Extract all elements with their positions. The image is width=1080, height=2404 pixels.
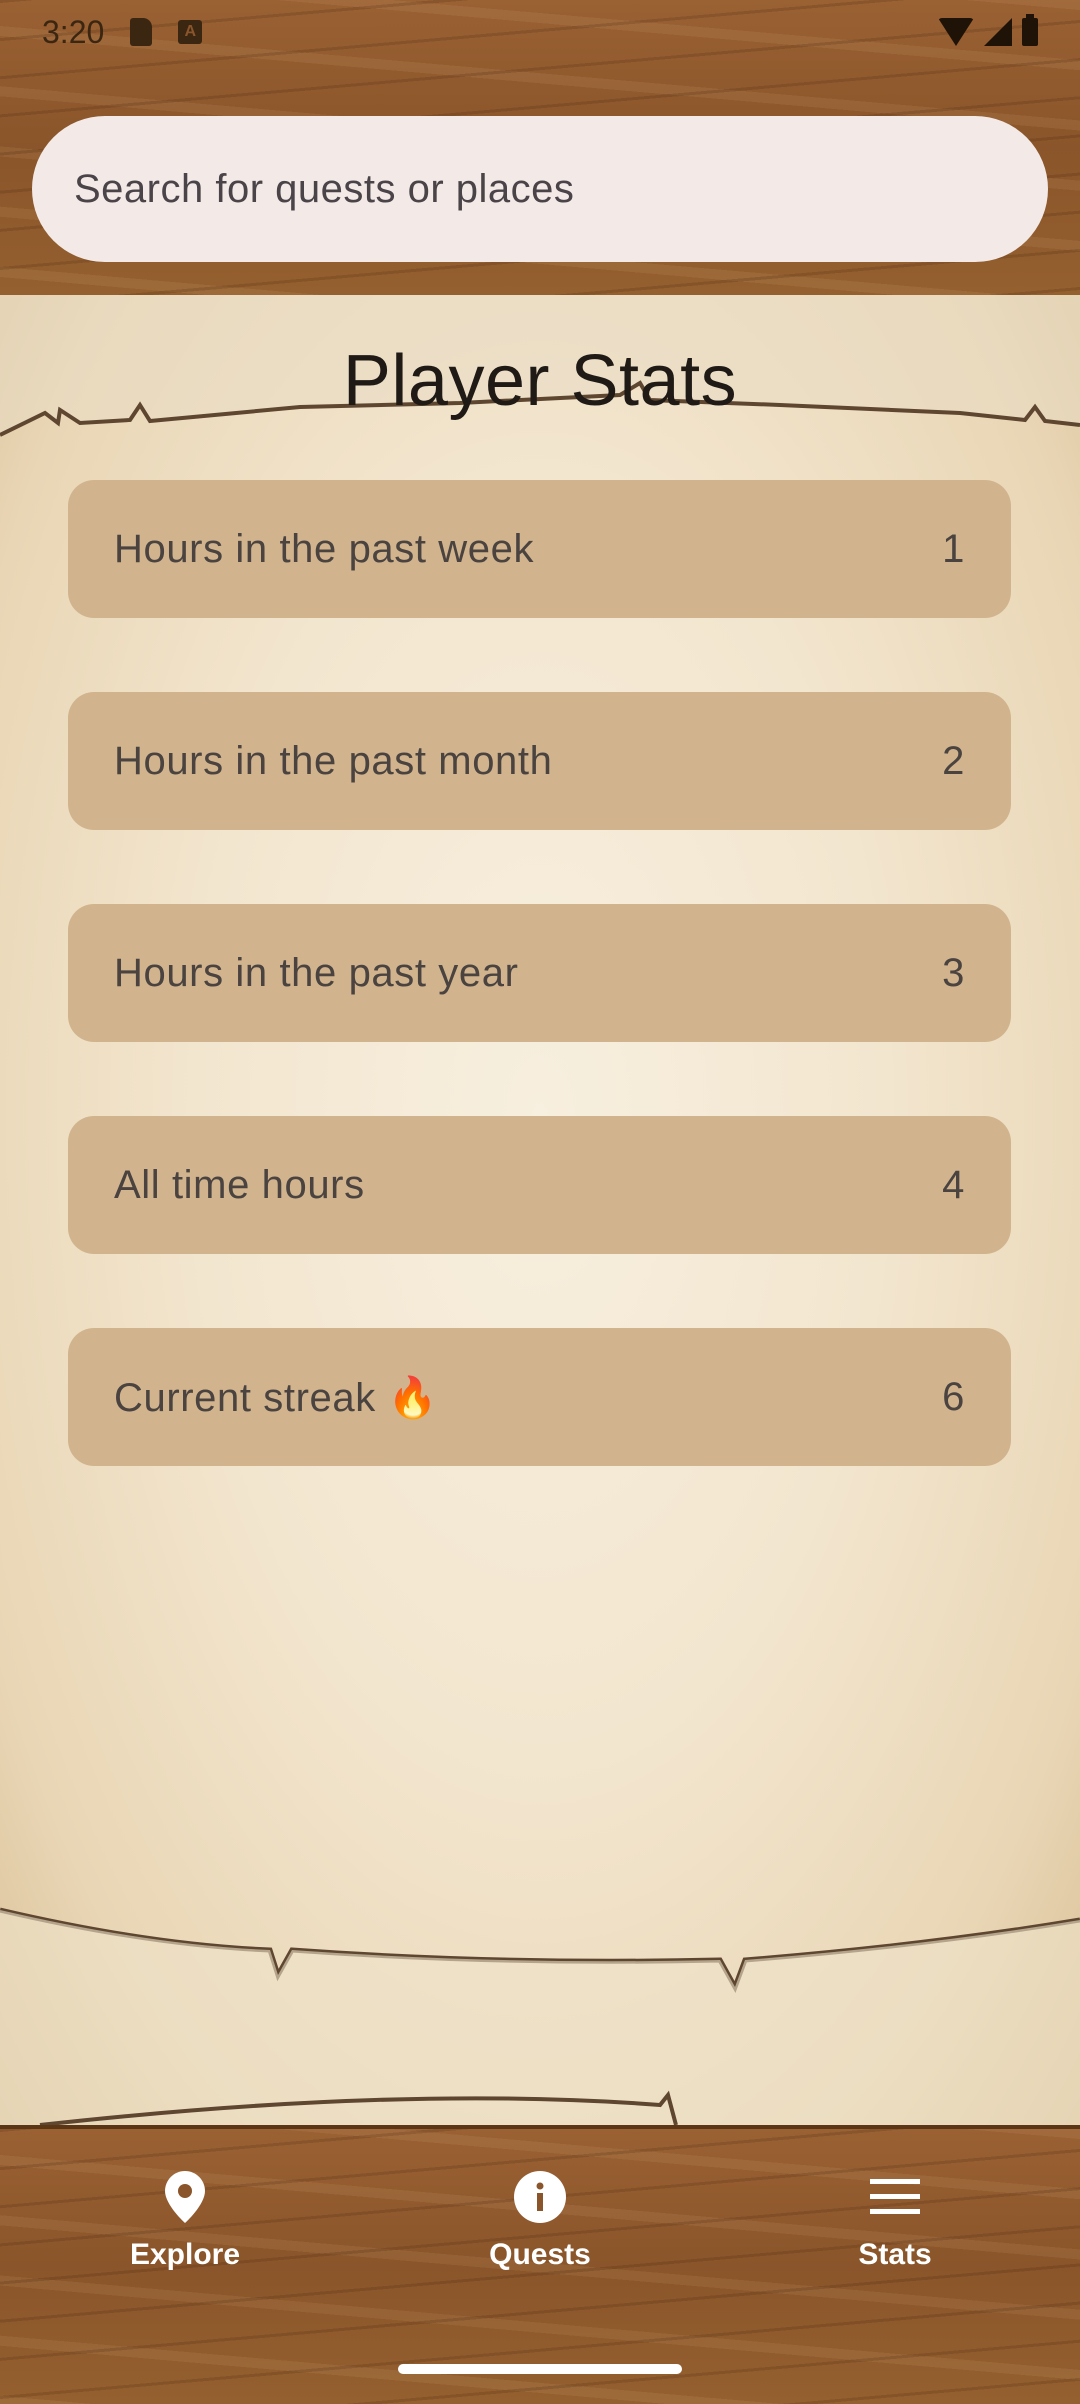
nav-item-stats[interactable]: Stats xyxy=(780,2170,1010,2310)
nav-item-quests[interactable]: Quests xyxy=(425,2170,655,2310)
menu-icon xyxy=(868,2170,922,2224)
stat-label: Hours in the past month xyxy=(114,738,553,783)
stat-label: Hours in the past year xyxy=(114,950,519,995)
location-pin-icon xyxy=(158,2170,212,2224)
stat-label: Hours in the past week xyxy=(114,526,535,571)
nav-item-explore[interactable]: Explore xyxy=(70,2170,300,2310)
stat-row-streak: Current streak 🔥 6 xyxy=(68,1328,1011,1466)
stat-value: 6 xyxy=(942,1374,965,1419)
search-placeholder: Search for quests or places xyxy=(74,166,575,211)
signal-icon xyxy=(984,18,1012,46)
bottom-navigation: Explore Quests Stats xyxy=(0,2170,1080,2310)
info-icon xyxy=(513,2170,567,2224)
stat-value: 1 xyxy=(942,526,965,571)
stat-row-week: Hours in the past week 1 xyxy=(68,480,1011,618)
nav-label-stats: Stats xyxy=(858,2238,932,2271)
stat-row-year: Hours in the past year 3 xyxy=(68,904,1011,1042)
sd-card-icon xyxy=(130,18,153,46)
battery-icon xyxy=(1022,14,1038,46)
stat-row-month: Hours in the past month 2 xyxy=(68,692,1011,830)
stat-row-all-time: All time hours 4 xyxy=(68,1116,1011,1254)
status-time: 3:20 xyxy=(42,13,105,50)
stat-value: 3 xyxy=(942,950,965,995)
page-title: Player Stats xyxy=(342,341,738,421)
wifi-icon xyxy=(938,18,974,46)
search-input[interactable]: Search for quests or places xyxy=(32,116,1048,262)
status-bar: 3:20 A xyxy=(0,0,1080,64)
stat-value: 4 xyxy=(942,1162,965,1207)
stat-label: Current streak 🔥 xyxy=(114,1375,438,1420)
stat-label: All time hours xyxy=(114,1162,365,1207)
stat-value: 2 xyxy=(942,738,965,783)
nav-label-explore: Explore xyxy=(129,2238,241,2271)
nav-label-quests: Quests xyxy=(489,2238,591,2271)
home-indicator[interactable] xyxy=(398,2364,682,2374)
keyboard-a-icon: A xyxy=(178,20,203,44)
